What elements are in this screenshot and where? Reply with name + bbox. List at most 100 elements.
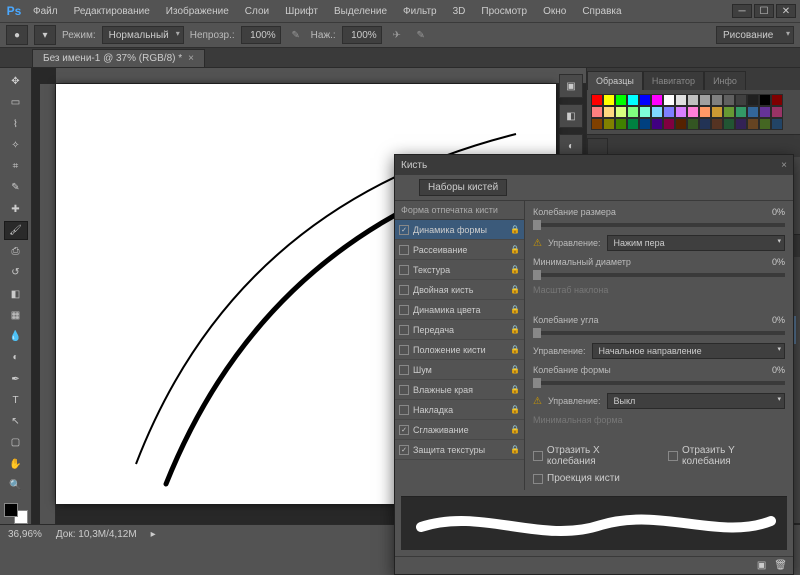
- swatch[interactable]: [735, 106, 747, 118]
- flow-input[interactable]: 100%: [342, 26, 382, 44]
- size-jitter-value[interactable]: 0%: [753, 207, 785, 217]
- brush-option-row[interactable]: Динамика цвета🔒: [395, 300, 524, 320]
- angle-jitter-slider[interactable]: [533, 331, 785, 335]
- brush-presets-button[interactable]: Наборы кистей: [419, 179, 507, 196]
- swatch[interactable]: [639, 106, 651, 118]
- brush-option-row[interactable]: Влажные края🔒: [395, 380, 524, 400]
- tab-navigator[interactable]: Навигатор: [643, 71, 704, 90]
- swatch[interactable]: [603, 94, 615, 106]
- roundness-jitter-slider[interactable]: [533, 381, 785, 385]
- swatch[interactable]: [771, 106, 783, 118]
- brush-option-row[interactable]: Текстура🔒: [395, 260, 524, 280]
- swatch[interactable]: [591, 94, 603, 106]
- lock-icon[interactable]: 🔒: [510, 225, 520, 234]
- swatch[interactable]: [627, 118, 639, 130]
- eraser-tool[interactable]: ◧: [4, 285, 28, 304]
- checkbox[interactable]: [399, 305, 409, 315]
- size-jitter-slider[interactable]: [533, 223, 785, 227]
- history-brush-tool[interactable]: ↺: [4, 263, 28, 282]
- swatch[interactable]: [675, 106, 687, 118]
- brush-option-row[interactable]: Положение кисти🔒: [395, 340, 524, 360]
- swatch[interactable]: [663, 118, 675, 130]
- opacity-input[interactable]: 100%: [241, 26, 281, 44]
- lock-icon[interactable]: 🔒: [510, 285, 520, 294]
- checkbox[interactable]: ✓: [399, 425, 409, 435]
- checkbox[interactable]: [399, 345, 409, 355]
- crop-tool[interactable]: ⌗: [4, 157, 28, 176]
- menu-type[interactable]: Шрифт: [278, 3, 325, 20]
- swatch[interactable]: [591, 106, 603, 118]
- type-tool[interactable]: T: [4, 391, 28, 410]
- new-brush-icon[interactable]: ▣: [757, 560, 766, 571]
- roundness-control-select[interactable]: Выкл: [607, 393, 785, 409]
- swatch[interactable]: [675, 118, 687, 130]
- checkbox[interactable]: ✓: [399, 225, 409, 235]
- brush-option-row[interactable]: Передача🔒: [395, 320, 524, 340]
- swatch[interactable]: [747, 118, 759, 130]
- menu-layers[interactable]: Слои: [238, 3, 276, 20]
- document-tab[interactable]: Без имени-1 @ 37% (RGB/8) * ×: [32, 49, 205, 67]
- swatch[interactable]: [699, 106, 711, 118]
- tab-info[interactable]: Инфо: [704, 71, 746, 90]
- color-swatches[interactable]: [4, 503, 28, 524]
- swatch[interactable]: [699, 118, 711, 130]
- close-button[interactable]: ✕: [776, 4, 796, 18]
- brush-option-row[interactable]: ✓Динамика формы🔒: [395, 220, 524, 240]
- dodge-tool[interactable]: ◐: [4, 348, 28, 367]
- dock-history-icon[interactable]: ▣: [559, 74, 583, 98]
- shape-tool[interactable]: ▢: [4, 433, 28, 452]
- doc-size-info[interactable]: Док: 10,3M/4,12M: [56, 529, 137, 540]
- swatch[interactable]: [723, 94, 735, 106]
- path-select-tool[interactable]: ↖: [4, 412, 28, 431]
- brush-option-row[interactable]: Двойная кисть🔒: [395, 280, 524, 300]
- brush-preview-icon[interactable]: ●: [6, 25, 28, 45]
- brush-panel-close-icon[interactable]: ×: [781, 160, 787, 171]
- swatch[interactable]: [663, 94, 675, 106]
- swatch[interactable]: [651, 94, 663, 106]
- menu-help[interactable]: Справка: [575, 3, 628, 20]
- swatch[interactable]: [759, 118, 771, 130]
- swatch[interactable]: [759, 94, 771, 106]
- swatch[interactable]: [771, 118, 783, 130]
- brush-picker-icon[interactable]: ▾: [34, 25, 56, 45]
- blur-tool[interactable]: 💧: [4, 327, 28, 346]
- swatch[interactable]: [735, 118, 747, 130]
- tab-close-icon[interactable]: ×: [188, 53, 194, 64]
- flip-y-checkbox[interactable]: Отразить Y колебания: [668, 445, 785, 467]
- swatch[interactable]: [639, 118, 651, 130]
- brush-option-row[interactable]: Накладка🔒: [395, 400, 524, 420]
- status-arrow-icon[interactable]: ▸: [151, 529, 156, 540]
- lock-icon[interactable]: 🔒: [510, 445, 520, 454]
- lock-icon[interactable]: 🔒: [510, 305, 520, 314]
- swatch[interactable]: [687, 118, 699, 130]
- swatch[interactable]: [711, 118, 723, 130]
- lock-icon[interactable]: 🔒: [510, 325, 520, 334]
- checkbox[interactable]: [399, 365, 409, 375]
- swatch[interactable]: [723, 118, 735, 130]
- brush-tool[interactable]: 🖌: [4, 221, 28, 240]
- lock-icon[interactable]: 🔒: [510, 365, 520, 374]
- brush-option-row[interactable]: ✓Защита текстуры🔒: [395, 440, 524, 460]
- swatch[interactable]: [603, 118, 615, 130]
- lock-icon[interactable]: 🔒: [510, 425, 520, 434]
- swatch[interactable]: [711, 106, 723, 118]
- checkbox[interactable]: [399, 285, 409, 295]
- pressure-size-icon[interactable]: ✎: [412, 26, 430, 44]
- pressure-opacity-icon[interactable]: ✎: [287, 26, 305, 44]
- swatch[interactable]: [591, 118, 603, 130]
- swatch[interactable]: [759, 106, 771, 118]
- stamp-tool[interactable]: ⎙: [4, 242, 28, 261]
- menu-file[interactable]: Файл: [26, 3, 65, 20]
- min-diameter-slider[interactable]: [533, 273, 785, 277]
- angle-jitter-value[interactable]: 0%: [753, 315, 785, 325]
- checkbox[interactable]: [399, 325, 409, 335]
- lock-icon[interactable]: 🔒: [510, 405, 520, 414]
- lock-icon[interactable]: 🔒: [510, 385, 520, 394]
- swatch[interactable]: [639, 94, 651, 106]
- swatch[interactable]: [735, 94, 747, 106]
- minimize-button[interactable]: ─: [732, 4, 752, 18]
- menu-filter[interactable]: Фильтр: [396, 3, 444, 20]
- healing-tool[interactable]: ✚: [4, 199, 28, 218]
- zoom-level[interactable]: 36,96%: [8, 529, 42, 540]
- trash-icon[interactable]: 🗑: [774, 560, 787, 571]
